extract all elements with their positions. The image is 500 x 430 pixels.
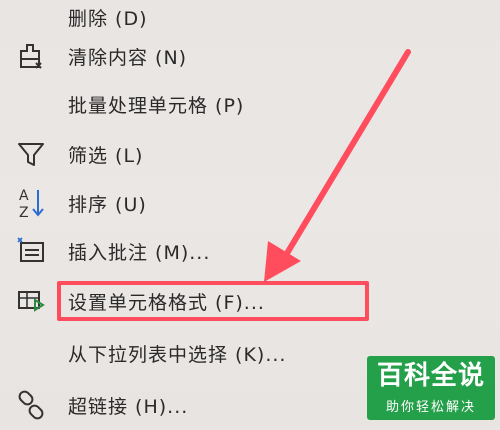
menu-item-label: 从下拉列表中选择 (K)... bbox=[68, 343, 287, 366]
menu-item-clear-contents[interactable]: 清除内容 (N) bbox=[0, 31, 500, 81]
highlight-box bbox=[57, 281, 369, 321]
menu-item-batch-cells[interactable]: 批量处理单元格 (P) bbox=[0, 79, 500, 129]
svg-text:A: A bbox=[19, 188, 29, 204]
menu-item-label: 插入批注 (M)... bbox=[68, 241, 211, 264]
menu-item-sort[interactable]: A Z 排序 (U) bbox=[0, 178, 500, 228]
menu-item-insert-comment[interactable]: 插入批注 (M)... bbox=[0, 226, 500, 276]
watermark-title: 百科全说 bbox=[376, 361, 485, 391]
svg-text:Z: Z bbox=[19, 205, 29, 220]
watermark-logo: 百科全说 助你轻松解决 bbox=[367, 356, 495, 420]
eraser-icon bbox=[14, 39, 48, 73]
menu-item-label: 超链接 (H)... bbox=[68, 395, 189, 418]
menu-item-label: 筛选 (L) bbox=[68, 144, 144, 167]
menu-item-label: 排序 (U) bbox=[68, 193, 147, 216]
insert-comment-icon bbox=[14, 234, 48, 268]
menu-item-label: 批量处理单元格 (P) bbox=[68, 94, 245, 117]
sort-az-icon: A Z bbox=[14, 186, 48, 220]
link-icon bbox=[14, 388, 48, 422]
format-cells-icon bbox=[14, 284, 48, 318]
menu-item-filter[interactable]: 筛选 (L) bbox=[0, 129, 500, 179]
menu-item-label: 清除内容 (N) bbox=[68, 46, 188, 69]
watermark-subtitle: 助你轻松解决 bbox=[385, 400, 476, 415]
menu-item-label: 删除 (D) bbox=[68, 7, 148, 30]
filter-icon bbox=[14, 137, 48, 171]
